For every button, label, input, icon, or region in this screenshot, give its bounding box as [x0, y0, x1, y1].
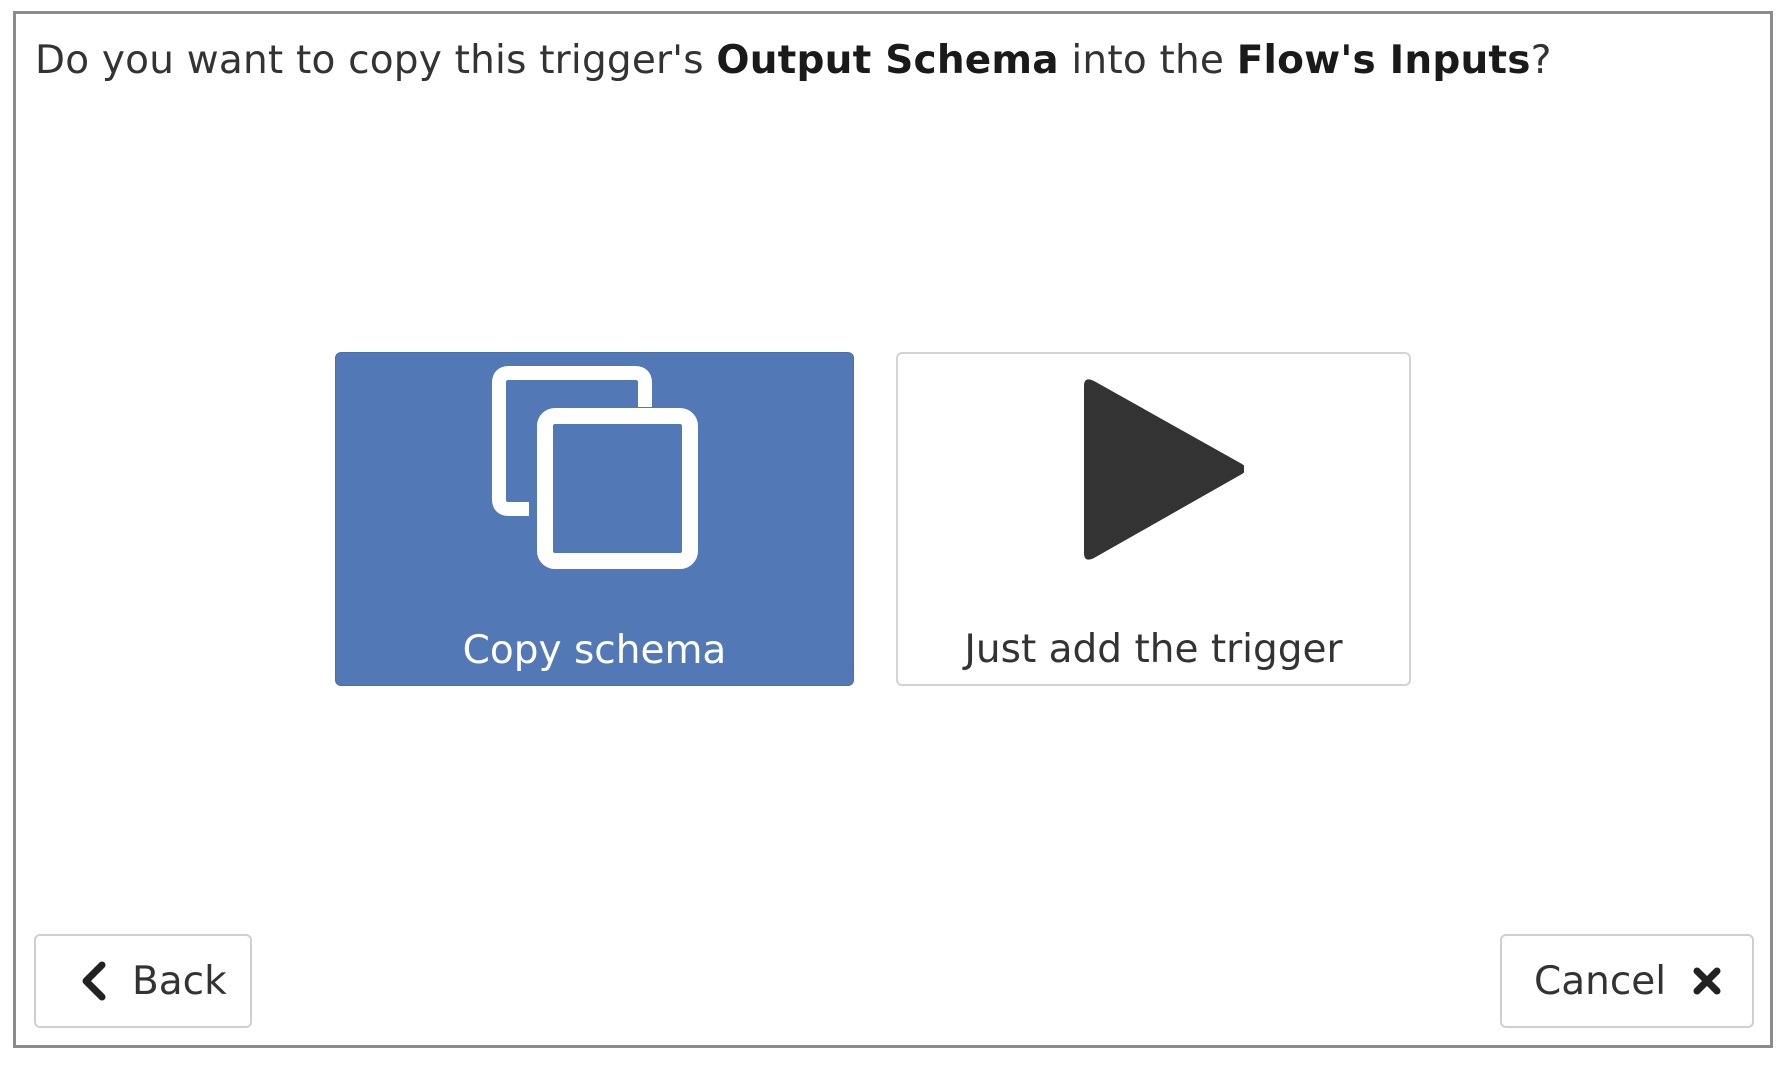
play-icon — [1064, 372, 1246, 576]
question-bold-output-schema: Output Schema — [716, 38, 1059, 83]
copy-schema-button[interactable]: Copy schema — [335, 352, 854, 686]
question-bold-flow-inputs: Flow's Inputs — [1236, 38, 1531, 83]
back-button[interactable]: Back — [34, 934, 252, 1028]
question-middle: into the — [1058, 38, 1237, 83]
just-add-trigger-button[interactable]: Just add the trigger — [896, 352, 1411, 686]
cancel-button[interactable]: Cancel — [1500, 934, 1754, 1028]
just-add-trigger-label: Just add the trigger — [964, 627, 1343, 672]
copy-icon — [485, 361, 705, 575]
close-icon — [1692, 966, 1722, 996]
copy-schema-label: Copy schema — [462, 628, 727, 673]
dialog-question: Do you want to copy this trigger's Outpu… — [35, 38, 1552, 83]
cancel-label: Cancel — [1534, 958, 1667, 1004]
chevron-left-icon — [80, 961, 108, 1001]
question-prefix: Do you want to copy this trigger's — [35, 38, 717, 83]
dialog: Do you want to copy this trigger's Outpu… — [13, 11, 1773, 1048]
back-label: Back — [132, 958, 227, 1004]
question-suffix: ? — [1530, 38, 1552, 83]
